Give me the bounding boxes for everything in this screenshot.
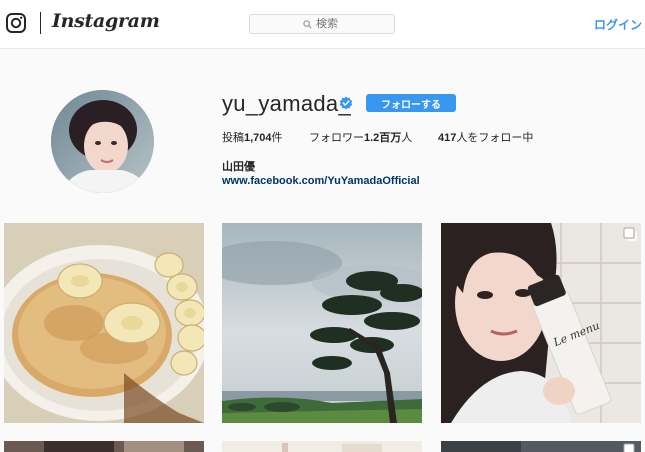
- instagram-wordmark[interactable]: Instagram: [52, 10, 160, 32]
- nav-divider: [40, 12, 41, 34]
- followers-count-stat[interactable]: フォロワー1.2百万人: [309, 129, 412, 145]
- instagram-logo-icon[interactable]: [6, 13, 26, 33]
- post-thumbnail[interactable]: [222, 441, 422, 452]
- profile-username: yu_yamada_: [222, 91, 351, 116]
- follow-button[interactable]: フォローする: [366, 94, 456, 112]
- top-navigation-bar: Instagram ログイン: [0, 0, 645, 49]
- search-box[interactable]: [249, 14, 395, 34]
- multiple-images-icon: [623, 443, 635, 452]
- post-thumbnail[interactable]: Le menu: [441, 223, 641, 423]
- profile-full-name: 山田優: [222, 161, 255, 173]
- post-thumbnail[interactable]: [222, 223, 422, 423]
- profile-website-link[interactable]: www.facebook.com/YuYamadaOfficial: [222, 175, 420, 187]
- post-thumbnail[interactable]: [4, 223, 204, 423]
- search-icon: [303, 19, 312, 29]
- following-count-stat[interactable]: 417人をフォロー中: [438, 129, 533, 145]
- multiple-images-icon: [623, 227, 637, 241]
- post-thumbnail[interactable]: [4, 441, 204, 452]
- posts-count-stat: 投稿1,704件: [222, 132, 283, 144]
- post-thumbnail[interactable]: [441, 441, 641, 452]
- login-link[interactable]: ログイン: [594, 16, 642, 33]
- search-input[interactable]: [316, 18, 376, 30]
- verified-badge-icon: [339, 96, 353, 110]
- profile-avatar[interactable]: [51, 90, 154, 193]
